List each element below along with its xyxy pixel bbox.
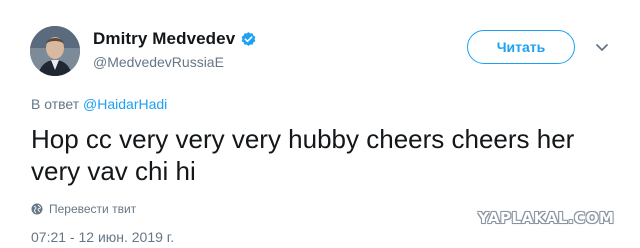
follow-button[interactable]: Читать <box>467 30 575 64</box>
tweet-timestamp[interactable]: 07:21 - 12 июн. 2019 г. <box>31 229 174 245</box>
avatar-photo <box>30 26 80 76</box>
translate-tweet-link[interactable]: Перевести твит <box>31 202 136 216</box>
reply-prefix: В ответ <box>31 96 80 112</box>
globe-icon <box>31 203 43 215</box>
reply-context: В ответ @HaidarHadi <box>31 96 167 112</box>
reply-to-link[interactable]: @HaidarHadi <box>83 96 167 112</box>
tweet-text: Hop cc very very very hubby cheers cheer… <box>31 124 575 186</box>
watermark: YAPLAKAL.COM <box>478 209 615 227</box>
author-name-row: Dmitry Medvedev <box>93 29 257 49</box>
chevron-down-icon[interactable] <box>594 41 610 53</box>
translate-label: Перевести твит <box>49 202 137 216</box>
author-handle[interactable]: @MedvedevRussiaE <box>93 54 224 70</box>
verified-badge-icon <box>240 31 257 48</box>
avatar[interactable] <box>30 26 80 76</box>
display-name[interactable]: Dmitry Medvedev <box>93 29 235 49</box>
